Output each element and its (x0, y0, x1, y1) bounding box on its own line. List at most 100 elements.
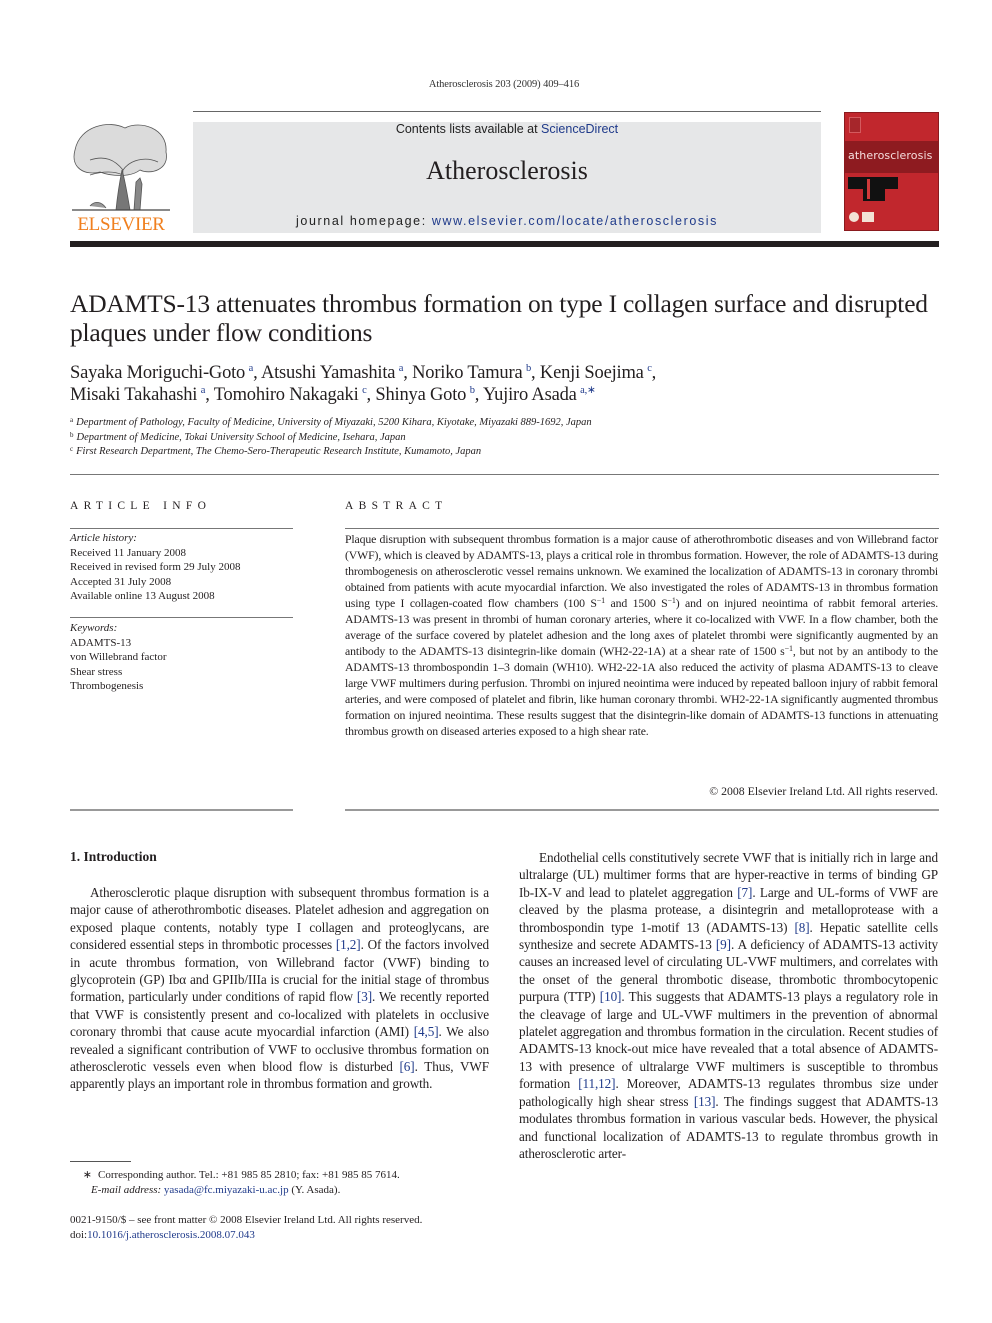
affiliation-text: Department of Pathology, Faculty of Medi… (76, 417, 592, 428)
superscript: −1 (667, 596, 676, 605)
cover-figure-icon (848, 177, 898, 189)
email-label: E-mail address: (91, 1183, 164, 1196)
author-separator: , (253, 363, 261, 383)
corresponding-author-text: Corresponding author. Tel.: +81 985 85 2… (98, 1169, 400, 1181)
contents-prefix: Contents lists available at (395, 122, 542, 136)
author-name: Sayaka Moriguchi-Goto (70, 363, 246, 383)
author-name: Shinya Goto (375, 385, 467, 405)
citation-link[interactable]: [1,2] (336, 937, 361, 952)
author-list: Sayaka Moriguchi-Goto a, Atsushi Yamashi… (70, 362, 930, 406)
email-link[interactable]: yasada@fc.miyazaki-u.ac.jp (164, 1184, 289, 1196)
divider (70, 809, 293, 811)
elsevier-tree-icon (72, 124, 170, 211)
abstract-text: Plaque disruption with subsequent thromb… (345, 531, 938, 739)
keyword: Thrombogenesis (70, 680, 144, 692)
homepage-prefix: journal homepage: (296, 214, 432, 228)
affiliation-text: Department of Medicine, Tokai University… (76, 431, 406, 443)
author-name: Kenji Soejima (539, 363, 644, 383)
affiliation-key: b (70, 430, 74, 439)
abstract-copyright: © 2008 Elsevier Ireland Ltd. All rights … (709, 784, 938, 798)
citation-link[interactable]: [8] (794, 920, 809, 935)
article-history-label: Article history: (70, 532, 137, 544)
keyword: ADAMTS-13 (70, 636, 132, 649)
doi-link[interactable]: 10.1016/j.atherosclerosis.2008.07.043 (87, 1229, 255, 1241)
email-suffix: (Y. Asada). (288, 1183, 341, 1196)
paragraph: Endothelial cells constitutively secrete… (519, 849, 938, 1162)
journal-header-box: Contents lists available at ScienceDirec… (193, 122, 821, 233)
affiliation-key: c (70, 445, 74, 453)
author-separator: , (403, 363, 413, 383)
affiliation: a Department of Pathology, Faculty of Med… (70, 416, 930, 431)
cover-figure-icon (867, 179, 870, 199)
affiliation-text: First Research Department, The Chemo-Ser… (76, 446, 482, 457)
citation-link[interactable]: [6] (400, 1059, 415, 1074)
superscript: −1 (784, 644, 793, 653)
cover-title: atherosclerosis (848, 149, 933, 162)
journal-homepage-line: journal homepage: www.elsevier.com/locat… (193, 214, 821, 228)
abstract-segment: and 1500 S (605, 596, 668, 610)
footnote-rule (70, 1161, 131, 1162)
author-name: Misaki Takahashi (70, 385, 198, 405)
history-item: Received in revised form 29 July 2008 (70, 561, 241, 573)
article-info-heading: ARTICLE INFO (70, 500, 212, 512)
article-title: ADAMTS-13 attenuates thrombus formation … (70, 289, 928, 347)
history-item: Available online 13 August 2008 (70, 590, 215, 602)
history-item: Received 11 January 2008 (70, 546, 186, 559)
author-name: Atsushi Yamashita (260, 363, 396, 383)
header-rule (193, 111, 821, 112)
author-affiliation-link[interactable]: a,∗ (580, 385, 596, 396)
divider (345, 809, 939, 811)
footnote-marker: ∗ (82, 1169, 92, 1181)
section-rule (70, 474, 939, 475)
section-heading-introduction: 1. Introduction (70, 849, 157, 864)
cover-publisher-icon (849, 117, 861, 133)
author-name: Yujiro Asada (482, 385, 577, 405)
front-matter: 0021-9150/$ – see front matter © 2008 El… (70, 1213, 510, 1242)
journal-title: Atherosclerosis (426, 156, 588, 185)
author-name: Noriko Tamura (412, 363, 523, 383)
contents-line: Contents lists available at ScienceDirec… (193, 122, 821, 136)
corresponding-author-footnote: ∗ Corresponding author. Tel.: +81 985 85 … (70, 1168, 490, 1197)
doi-prefix: doi: (70, 1228, 88, 1241)
abstract-heading: ABSTRACT (345, 500, 448, 512)
author-name: Tomohiro Nakagaki (213, 385, 359, 405)
divider (70, 528, 293, 529)
affiliation: b Department of Medicine, Tokai Universit… (70, 431, 930, 446)
citation-link[interactable]: [9] (716, 937, 731, 952)
affiliation-list: a Department of Pathology, Faculty of Med… (70, 416, 930, 460)
superscript: −1 (596, 596, 605, 605)
elsevier-wordmark: ELSEVIER (77, 214, 165, 235)
paragraph: Atherosclerotic plaque disruption with s… (70, 884, 489, 1093)
citation-link[interactable]: [7] (737, 885, 752, 900)
running-head: Atherosclerosis 203 (2009) 409–416 (428, 79, 580, 90)
body-column-left: Atherosclerotic plaque disruption with s… (70, 884, 489, 1093)
citation-link[interactable]: [13] (694, 1094, 716, 1109)
divider (345, 528, 939, 529)
sciencedirect-link[interactable]: ScienceDirect (541, 122, 618, 136)
header-thick-rule (70, 241, 939, 247)
history-item: Accepted 31 July 2008 (70, 575, 172, 588)
citation-link[interactable]: [4,5] (414, 1024, 439, 1039)
keywords: Keywords: ADAMTS-13 von Willebrand facto… (70, 621, 295, 694)
affiliation-key: a (70, 416, 74, 424)
keywords-label: Keywords: (70, 622, 118, 634)
affiliation: c First Research Department, The Chemo-Se… (70, 445, 930, 460)
cover-society-logo-icon (862, 212, 874, 222)
issn-line: 0021-9150/$ – see front matter © 2008 El… (70, 1214, 423, 1226)
journal-cover-image[interactable]: atherosclerosis (844, 112, 939, 231)
elsevier-logo[interactable]: ELSEVIER (70, 120, 172, 235)
author-separator: , (531, 363, 540, 383)
citation-link[interactable]: [10] (600, 989, 622, 1004)
author-separator: , (205, 385, 214, 405)
keyword: von Willebrand factor (70, 651, 167, 663)
author-separator: , (474, 385, 483, 405)
cover-society-logo-icon (849, 212, 859, 222)
keyword: Shear stress (70, 665, 123, 678)
divider (70, 617, 293, 618)
article-history: Article history: Received 11 January 200… (70, 531, 295, 604)
abstract-segment: , but not by an antibody to the ADAMTS-1… (345, 644, 938, 738)
citation-link[interactable]: [3] (357, 989, 372, 1004)
journal-homepage-link[interactable]: www.elsevier.com/locate/atherosclerosis (432, 214, 718, 228)
citation-link[interactable]: [11,12] (578, 1076, 615, 1091)
body-column-right: Endothelial cells constitutively secrete… (519, 849, 938, 1162)
